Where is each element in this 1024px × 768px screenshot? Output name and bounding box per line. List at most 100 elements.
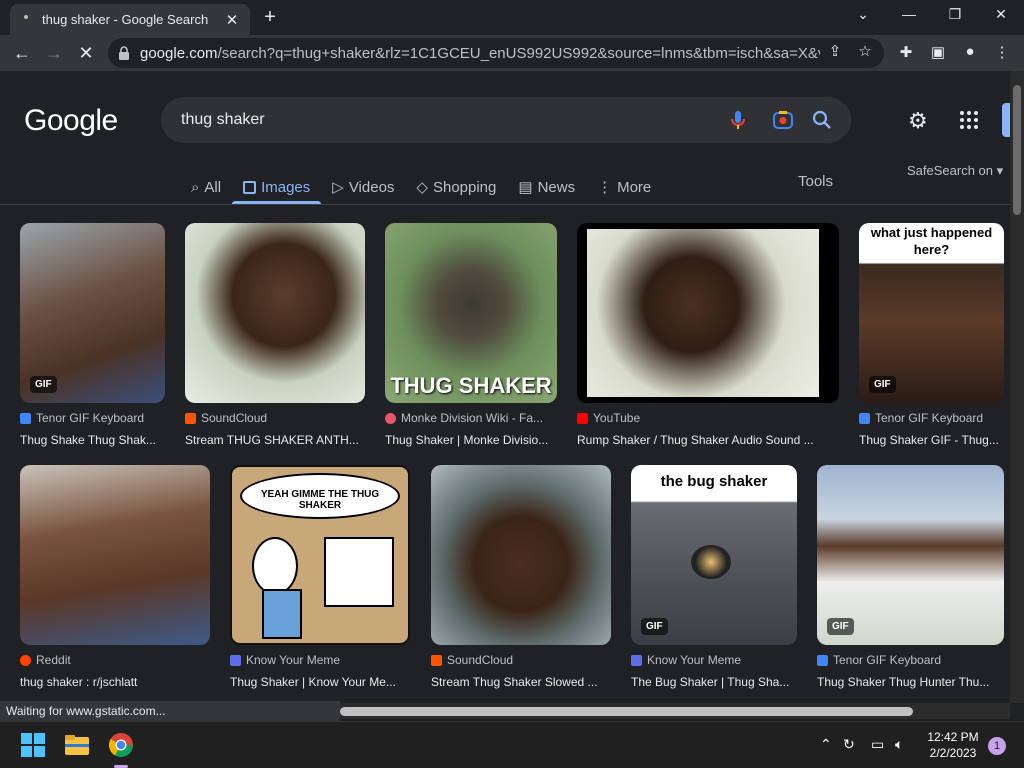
image-result[interactable]: THUG SHAKER Monke Division Wiki - Fa... …: [385, 223, 557, 447]
new-tab-button[interactable]: +: [259, 6, 281, 29]
result-title[interactable]: thug shaker : r/jschlatt: [20, 675, 210, 689]
system-clock[interactable]: 12:42 PM 2/2/2023: [918, 729, 988, 761]
result-source[interactable]: SoundCloud: [431, 653, 611, 667]
result-thumbnail[interactable]: GIF: [20, 223, 165, 403]
tab-shopping[interactable]: ◇ Shopping: [405, 171, 507, 203]
result-source[interactable]: YouTube: [577, 411, 839, 425]
voice-search-icon[interactable]: [726, 108, 750, 132]
bookmark-star-icon[interactable]: ☆: [854, 42, 876, 60]
result-title[interactable]: Stream THUG SHAKER ANTH...: [185, 433, 365, 447]
search-submit-icon[interactable]: [810, 108, 834, 132]
chrome-menu-icon[interactable]: ⋮: [991, 43, 1013, 61]
back-button[interactable]: ←: [10, 41, 34, 65]
tab-images[interactable]: Images: [232, 171, 322, 204]
share-icon[interactable]: ⇪: [824, 42, 846, 60]
status-bar: Waiting for www.gstatic.com...: [0, 701, 340, 721]
vertical-scroll-thumb[interactable]: [1013, 85, 1021, 215]
google-apps-icon[interactable]: [960, 111, 978, 129]
result-thumbnail[interactable]: [185, 223, 365, 403]
tenor-icon: [817, 654, 828, 666]
close-tab-button[interactable]: ✕: [224, 11, 240, 29]
image-result[interactable]: SoundCloud Stream THUG SHAKER ANTH...: [185, 223, 365, 447]
result-title[interactable]: Thug Shaker GIF - Thug...: [859, 433, 1004, 447]
image-result[interactable]: SoundCloud Stream Thug Shaker Slowed ...: [431, 465, 611, 689]
tenor-icon: [859, 412, 870, 424]
vertical-scrollbar[interactable]: [1010, 71, 1024, 703]
stop-loading-button[interactable]: ✕: [74, 41, 98, 65]
result-thumbnail[interactable]: [431, 465, 611, 645]
result-title[interactable]: Thug Shaker | Monke Divisio...: [385, 433, 557, 447]
safesearch-toggle[interactable]: SafeSearch on ▾: [907, 163, 1003, 179]
result-thumbnail[interactable]: THUG SHAKER: [385, 223, 557, 403]
search-type-tabs: ⌕ All Images ▷ Videos ◇ Shopping ▤ News ⋮ Mor…: [180, 171, 662, 204]
result-source[interactable]: Know Your Meme: [230, 653, 410, 667]
result-source[interactable]: SoundCloud: [185, 411, 365, 425]
profile-icon[interactable]: ●: [959, 43, 981, 60]
result-title[interactable]: Thug Shaker Thug Hunter Thu...: [817, 675, 1004, 689]
result-thumbnail[interactable]: what just happened here? GIF: [859, 223, 1004, 403]
image-result[interactable]: YEAH GIMME THE THUG SHAKER Know Your Mem…: [230, 465, 410, 689]
windows-start-icon[interactable]: [18, 730, 48, 760]
image-result[interactable]: what just happened here? GIF Tenor GIF K…: [859, 223, 1004, 447]
sync-icon[interactable]: ↻: [843, 736, 855, 753]
result-title[interactable]: Thug Shaker | Know Your Me...: [230, 675, 410, 689]
result-thumbnail[interactable]: [20, 465, 210, 645]
horizontal-scrollbar[interactable]: [340, 703, 1010, 719]
chrome-taskbar-icon[interactable]: [106, 730, 136, 760]
result-thumbnail[interactable]: GIF: [817, 465, 1004, 645]
result-source[interactable]: Reddit: [20, 653, 210, 667]
lens-search-icon[interactable]: [771, 108, 795, 132]
forward-button[interactable]: →: [42, 41, 66, 65]
close-window-button[interactable]: ✕: [990, 6, 1012, 23]
thumbnail-caption: the bug shaker: [660, 473, 768, 490]
image-result[interactable]: YouTube Rump Shaker / Thug Shaker Audio …: [577, 223, 839, 447]
search-box[interactable]: thug shaker: [161, 97, 851, 143]
tab-more[interactable]: ⋮ More: [586, 171, 662, 203]
tab-news[interactable]: ▤ News: [507, 171, 586, 203]
thumbnail-caption: what just happened here?: [870, 225, 993, 257]
side-panel-icon[interactable]: ▣: [927, 43, 949, 61]
extensions-icon[interactable]: ✚: [895, 43, 917, 61]
result-title[interactable]: Stream Thug Shaker Slowed ...: [431, 675, 611, 689]
settings-gear-icon[interactable]: ⚙: [908, 108, 928, 134]
result-source[interactable]: Tenor GIF Keyboard: [20, 411, 165, 425]
tab-search-icon[interactable]: ⌄: [852, 6, 874, 23]
horizontal-scroll-thumb[interactable]: [340, 707, 913, 716]
minimize-button[interactable]: —: [898, 6, 920, 22]
tab-videos[interactable]: ▷ Videos: [321, 171, 405, 203]
file-explorer-icon[interactable]: [62, 730, 92, 760]
result-source[interactable]: Monke Division Wiki - Fa...: [385, 411, 557, 425]
news-icon: ▤: [518, 179, 533, 196]
result-title[interactable]: Thug Shake Thug Shak...: [20, 433, 165, 447]
image-result[interactable]: GIF Tenor GIF Keyboard Thug Shake Thug S…: [20, 223, 165, 447]
search-input[interactable]: thug shaker: [181, 111, 265, 129]
image-result[interactable]: Reddit thug shaker : r/jschlatt: [20, 465, 210, 689]
result-title[interactable]: The Bug Shaker | Thug Sha...: [631, 675, 797, 689]
tab-title: thug shaker - Google Search: [42, 12, 209, 27]
image-result[interactable]: the bug shaker GIF Know Your Meme The Bu…: [631, 465, 797, 689]
volume-icon[interactable]: 🔈︎: [895, 736, 903, 753]
result-thumbnail[interactable]: the bug shaker GIF: [631, 465, 797, 645]
image-icon: [243, 180, 257, 194]
tab-all[interactable]: ⌕ All: [180, 171, 232, 203]
result-thumbnail[interactable]: [577, 223, 839, 403]
chevron-up-icon[interactable]: ⌃: [820, 736, 832, 753]
result-title[interactable]: Rump Shaker / Thug Shaker Audio Sound ..…: [577, 433, 839, 447]
image-result[interactable]: GIF Tenor GIF Keyboard Thug Shaker Thug …: [817, 465, 1004, 689]
gif-badge: GIF: [641, 618, 668, 635]
divider: [0, 204, 1010, 205]
result-source[interactable]: Know Your Meme: [631, 653, 797, 667]
result-source[interactable]: Tenor GIF Keyboard: [859, 411, 1004, 425]
address-bar[interactable]: google.com/search?q=thug+shaker&rlz=1C1G…: [108, 38, 884, 68]
tools-button[interactable]: Tools: [798, 173, 833, 190]
notification-badge[interactable]: 1: [988, 737, 1006, 755]
network-icon[interactable]: ▭: [871, 736, 884, 753]
result-thumbnail[interactable]: YEAH GIMME THE THUG SHAKER: [230, 465, 410, 645]
knowyourmeme-icon: [230, 654, 241, 666]
tenor-icon: [20, 412, 31, 424]
lock-icon: [119, 46, 129, 60]
google-logo[interactable]: Google: [24, 104, 118, 138]
result-source[interactable]: Tenor GIF Keyboard: [817, 653, 1004, 667]
restore-button[interactable]: ❐: [944, 6, 966, 23]
browser-tab[interactable]: thug shaker - Google Search ✕: [10, 4, 250, 35]
